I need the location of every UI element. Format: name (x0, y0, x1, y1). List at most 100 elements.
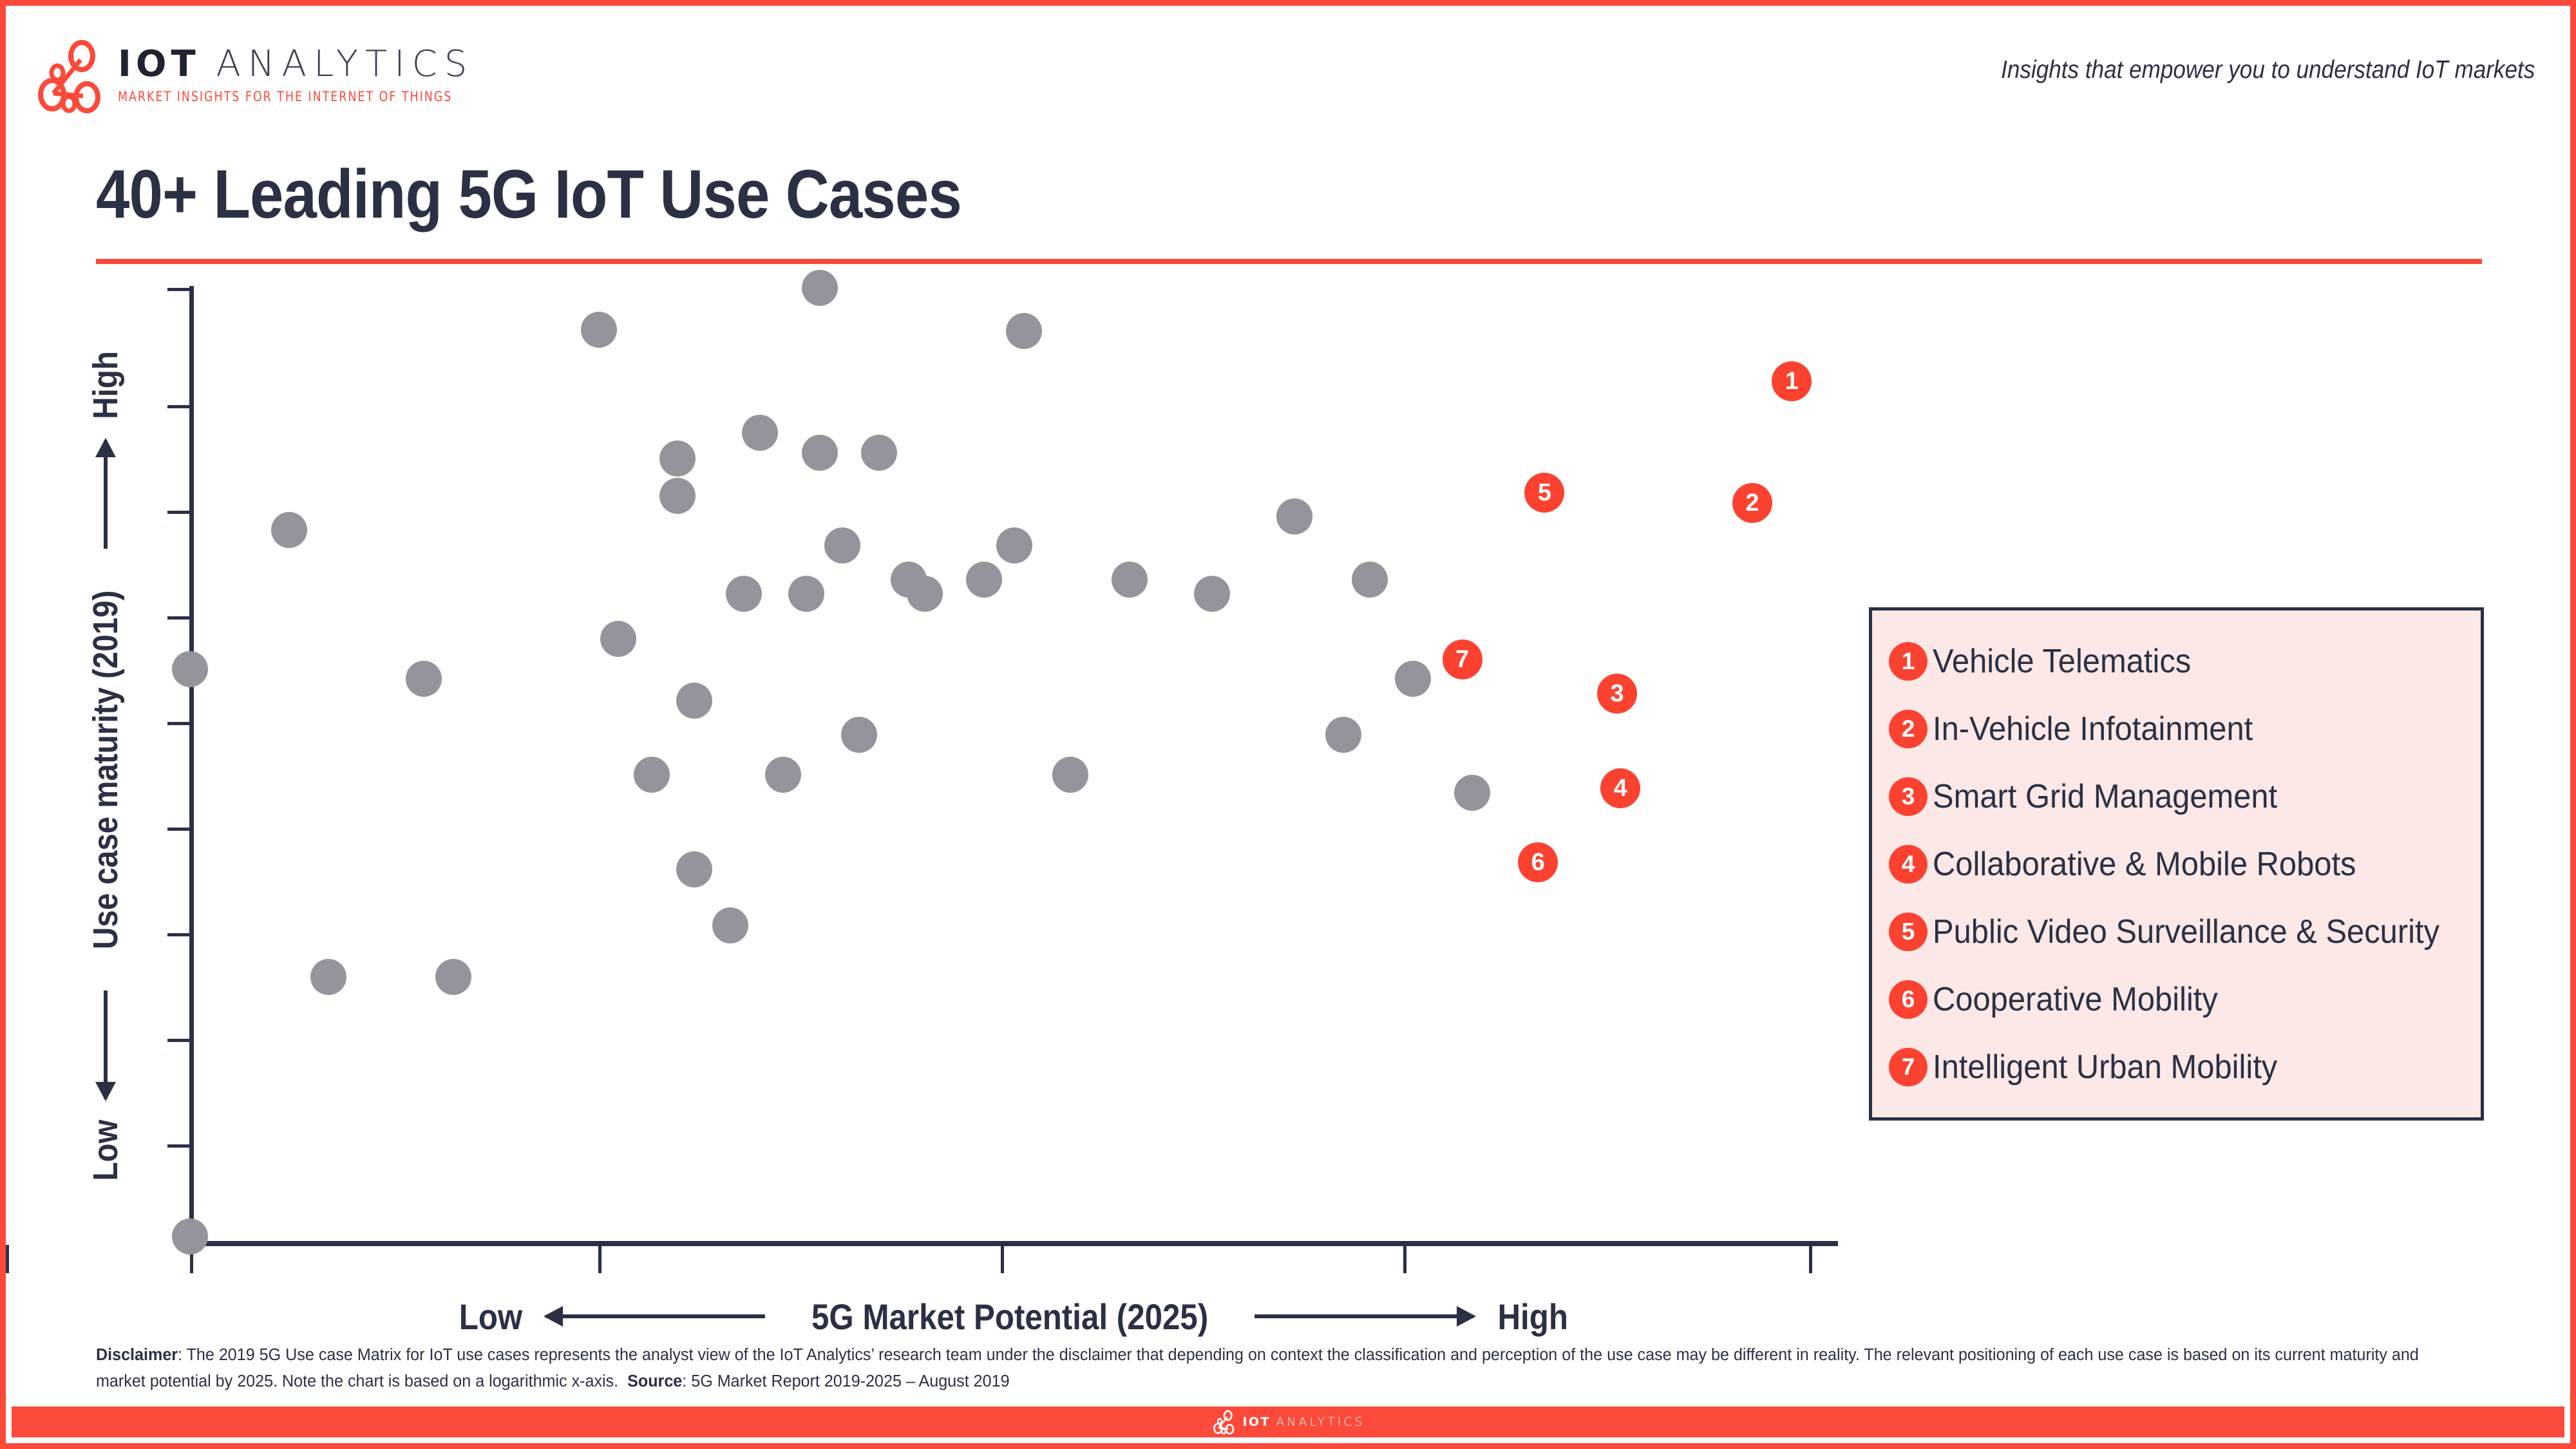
y-axis-tick (167, 1039, 189, 1042)
legend-item[interactable]: 6 Cooperative Mobility (1889, 965, 2467, 1033)
network-nodes-icon (38, 40, 100, 113)
data-point (801, 270, 838, 306)
data-point (860, 435, 897, 471)
data-point (1394, 660, 1431, 697)
data-point (1111, 561, 1148, 598)
highlighted-data-point[interactable]: 5 (1524, 473, 1565, 513)
y-axis-high-label: High (86, 351, 125, 420)
data-point (406, 660, 442, 697)
data-point (580, 312, 617, 348)
highlighted-data-point[interactable]: 3 (1597, 674, 1638, 714)
legend-item[interactable]: 1 Vehicle Telematics (1889, 627, 2467, 695)
data-point (801, 435, 838, 471)
x-axis-tick (1809, 1245, 1812, 1273)
brand-logo: IOT ANALYTICS MARKET INSIGHTS FOR THE IN… (30, 37, 482, 114)
data-point (659, 440, 696, 477)
highlighted-data-point[interactable]: 2 (1732, 483, 1772, 524)
highlighted-data-point[interactable]: 6 (1518, 842, 1558, 883)
page-title: 40+ Leading 5G IoT Use Cases (96, 155, 962, 232)
y-axis-line (189, 286, 194, 1245)
legend-item-label: Smart Grid Management (1933, 777, 2278, 815)
data-point (712, 907, 749, 944)
data-point (840, 717, 877, 753)
data-point (172, 651, 208, 687)
legend-item-label: In-Vehicle Infotainment (1933, 710, 2253, 748)
y-axis-tick (167, 405, 189, 408)
page-footer: IOT ANALYTICS (12, 1406, 2564, 1437)
legend-box: 1 Vehicle Telematics 2 In-Vehicle Infotainm… (1869, 607, 2484, 1121)
title-underline-rule (96, 259, 2482, 264)
highlighted-data-point[interactable]: 1 (1772, 361, 1812, 402)
legend-badge-number: 6 (1889, 980, 1927, 1019)
x-axis-high-arrow-icon (1254, 1306, 1476, 1327)
x-axis-tick (6, 1245, 9, 1273)
y-axis-high-arrow-icon (104, 440, 108, 549)
legend-item-label: Intelligent Urban Mobility (1933, 1048, 2278, 1086)
y-axis-tick (167, 288, 189, 291)
y-axis-title: Use case maturity (2019) (86, 590, 125, 949)
page-header: IOT ANALYTICS MARKET INSIGHTS FOR THE IN… (6, 6, 2570, 131)
y-axis-low-label: Low (86, 1119, 125, 1181)
legend-badge-number: 4 (1889, 844, 1927, 884)
y-axis-tick (167, 828, 189, 831)
data-point (1325, 717, 1362, 753)
x-axis-tick (1403, 1245, 1406, 1273)
footer-name-bold: IOT (1242, 1415, 1271, 1429)
data-point (1193, 576, 1230, 612)
highlighted-data-point[interactable]: 4 (1600, 768, 1641, 808)
legend-item[interactable]: 3 Smart Grid Management (1889, 762, 2467, 830)
x-axis-high-label: High (1497, 1296, 1568, 1337)
data-point (435, 959, 472, 996)
data-point (676, 682, 713, 719)
source-label: Source (627, 1372, 683, 1391)
data-point (742, 414, 779, 451)
data-point (996, 527, 1032, 564)
y-axis-tick (167, 1144, 189, 1148)
data-point (172, 1218, 208, 1255)
data-point (1454, 775, 1490, 811)
footer-wordmark: IOT ANALYTICS (1242, 1415, 1365, 1429)
slide-page: IOT ANALYTICS MARKET INSIGHTS FOR THE IN… (0, 0, 2576, 1449)
network-nodes-icon (1213, 1410, 1235, 1435)
data-point (966, 561, 1003, 598)
legend-badge-number: 2 (1889, 709, 1927, 748)
legend-badge-number: 5 (1889, 912, 1927, 951)
footer-name-light: ANALYTICS (1276, 1415, 1365, 1429)
y-axis-label-group: Low Use case maturity (2019) High (67, 286, 144, 1245)
legend-item-label: Collaborative & Mobile Robots (1933, 845, 2356, 883)
data-point (1352, 561, 1388, 598)
legend-item[interactable]: 4 Collaborative & Mobile Robots (1889, 830, 2467, 898)
data-point (907, 576, 943, 612)
legend-item[interactable]: 5 Public Video Surveillance & Security (1889, 898, 2467, 965)
legend-item[interactable]: 7 Intelligent Urban Mobility (1889, 1033, 2467, 1101)
legend-item-label: Public Video Surveillance & Security (1933, 913, 2440, 951)
x-axis-label-group: Low 5G Market Potential (2025) High (189, 1287, 1838, 1345)
y-axis-low-arrow-icon (104, 990, 108, 1099)
brand-name-bold: IOT (118, 43, 200, 85)
data-point (1276, 498, 1312, 535)
legend-item[interactable]: 2 In-Vehicle Infotainment (1889, 695, 2467, 762)
highlighted-data-point[interactable]: 7 (1442, 639, 1482, 680)
data-point (788, 576, 825, 612)
y-axis-tick (167, 511, 189, 514)
source-body: : 5G Market Report 2019-2025 – August 20… (682, 1372, 1010, 1391)
x-axis-low-arrow-icon (543, 1306, 765, 1327)
x-axis-low-label: Low (459, 1296, 522, 1337)
data-point (676, 851, 713, 887)
x-axis-title: 5G Market Potential (2025) (811, 1296, 1208, 1337)
y-axis-tick (167, 933, 189, 936)
x-axis-tick (1001, 1245, 1004, 1273)
legend-badge-number: 3 (1889, 777, 1927, 816)
data-point (725, 576, 762, 612)
disclaimer-label: Disclaimer (96, 1346, 178, 1364)
disclaimer-body: : The 2019 5G Use case Matrix for IoT us… (96, 1346, 2419, 1391)
data-point (824, 527, 861, 564)
data-point (765, 757, 802, 793)
brand-tagline-small: MARKET INSIGHTS FOR THE INTERNET OF THIN… (118, 89, 453, 104)
brand-name: IOT ANALYTICS (118, 46, 482, 82)
footer-brand-logo: IOT ANALYTICS (1211, 1409, 1365, 1435)
data-point (1005, 312, 1042, 349)
data-point (633, 757, 670, 793)
data-point (1052, 757, 1088, 793)
legend-badge-number: 1 (1889, 641, 1927, 681)
